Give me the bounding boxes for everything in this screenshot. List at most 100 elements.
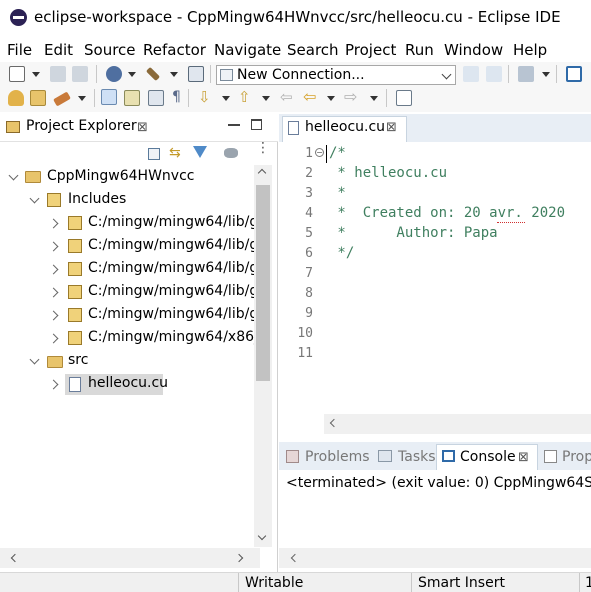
connection-select-value: New Connection... — [237, 67, 365, 83]
chevron-down-icon[interactable] — [170, 72, 178, 77]
menu-run[interactable]: Run — [405, 38, 434, 59]
include-path-icon — [68, 285, 82, 299]
tree-item-include-path[interactable]: C:/mingw/mingw64/x86_ — [88, 329, 261, 351]
previous-annotation-icon[interactable]: ⇧ — [238, 88, 251, 106]
include-path-icon — [68, 331, 82, 345]
fold-toggle-icon[interactable]: − — [315, 148, 324, 157]
menu-window[interactable]: Window — [444, 38, 503, 59]
code-line[interactable]: */ — [329, 245, 354, 261]
show-whitespace-icon[interactable]: ¶ — [172, 89, 181, 105]
chevron-down-icon[interactable] — [262, 96, 270, 101]
back-arrow-icon[interactable]: ⇦ — [303, 87, 316, 106]
tab-properties[interactable]: Prop — [562, 449, 591, 465]
pin-editor-icon[interactable] — [396, 90, 412, 106]
code-line[interactable]: * — [329, 185, 345, 201]
vertical-scrollbar[interactable] — [254, 165, 272, 547]
hammer-build-icon[interactable] — [145, 66, 161, 82]
close-icon[interactable]: ⊠ — [518, 450, 529, 465]
menu-project[interactable]: Project — [345, 38, 396, 59]
editor-tab-label[interactable]: helleocu.cu — [305, 119, 385, 135]
link-with-editor-icon[interactable]: ⇆ — [169, 145, 181, 161]
console-horizontal-scrollbar[interactable] — [279, 548, 591, 568]
disconnect-icon[interactable] — [486, 66, 502, 82]
save-all-icon[interactable] — [72, 66, 88, 82]
menu-edit[interactable]: Edit — [44, 38, 73, 59]
tree-item-includes[interactable]: Includes — [68, 191, 126, 213]
view-menu-icon[interactable]: ⋮ — [256, 141, 270, 155]
menu-navigate[interactable]: Navigate — [214, 38, 281, 59]
chevron-down-icon[interactable] — [441, 69, 452, 80]
chevron-down-icon[interactable] — [78, 96, 86, 101]
maximize-icon[interactable] — [251, 119, 262, 130]
tree-item-project[interactable]: CppMingw64HWnvcc — [47, 168, 194, 190]
include-path-icon — [68, 239, 82, 253]
console-view-icon[interactable] — [566, 66, 582, 82]
new-file-icon[interactable] — [9, 66, 25, 82]
tree-item-include-path[interactable]: C:/mingw/mingw64/lib/g — [88, 260, 258, 282]
line-number: 11 — [297, 346, 313, 361]
menu-search[interactable]: Search — [287, 38, 339, 59]
horizontal-scrollbar[interactable] — [0, 548, 260, 568]
next-annotation-icon[interactable]: ⇩ — [198, 88, 211, 106]
tree-item-file[interactable]: helleocu.cu — [88, 375, 168, 397]
tree-item-include-path[interactable]: C:/mingw/mingw64/lib/g — [88, 283, 258, 305]
scrollbar-thumb[interactable] — [256, 185, 270, 381]
forward-arrow-icon[interactable]: ⇨ — [344, 87, 357, 106]
filter-icon[interactable] — [193, 146, 207, 158]
chevron-down-icon[interactable] — [32, 72, 40, 77]
chevron-down-icon[interactable] — [327, 96, 335, 101]
minimize-icon[interactable] — [228, 124, 240, 126]
editor-horizontal-scrollbar[interactable] — [324, 414, 591, 434]
open-folder-icon[interactable] — [30, 90, 46, 106]
wand-icon[interactable] — [53, 91, 71, 107]
tab-console-label[interactable]: Console — [460, 449, 516, 465]
chevron-down-icon[interactable] — [370, 96, 378, 101]
connection-select[interactable]: New Connection... — [216, 65, 456, 85]
toolbar-divider — [96, 65, 97, 83]
open-perspective-icon[interactable] — [518, 66, 534, 82]
tree-item-include-path[interactable]: C:/mingw/mingw64/lib/g — [88, 306, 258, 328]
include-path-icon — [68, 216, 82, 230]
code-line[interactable]: /* — [329, 145, 346, 161]
project-explorer-tab[interactable]: Project Explorer — [26, 118, 137, 134]
tab-tasks[interactable]: Tasks — [398, 449, 436, 465]
tree-item-include-path[interactable]: C:/mingw/mingw64/lib/g — [88, 237, 258, 259]
build-settings-icon[interactable] — [106, 66, 122, 82]
menu-file[interactable]: File — [7, 38, 32, 59]
includes-icon — [47, 193, 61, 207]
project-explorer-icon — [6, 121, 20, 133]
connect-icon[interactable] — [463, 66, 479, 82]
block-select-icon[interactable] — [148, 90, 164, 106]
tab-problems[interactable]: Problems — [305, 449, 370, 465]
collapse-all-icon[interactable] — [148, 148, 160, 160]
toolbar-divider — [556, 65, 557, 83]
code-editor[interactable] — [279, 142, 591, 414]
close-icon[interactable]: ⊠ — [386, 120, 397, 135]
code-line[interactable]: * helleocu.cu — [329, 165, 447, 181]
code-line[interactable]: * Author: Papa — [329, 225, 497, 241]
menu-source[interactable]: Source — [84, 38, 136, 59]
toolbar-divider — [210, 65, 211, 83]
menu-help[interactable]: Help — [513, 38, 547, 59]
binary-icon[interactable] — [188, 66, 204, 82]
save-icon[interactable] — [50, 66, 66, 82]
last-edit-location-icon[interactable]: ⇦ — [280, 88, 293, 106]
tree-item-include-path[interactable]: C:/mingw/mingw64/lib/g — [88, 214, 258, 236]
toggle-mark-icon[interactable] — [124, 90, 140, 106]
focus-icon[interactable] — [224, 148, 238, 158]
title-bar: eclipse-workspace - CppMingw64HWnvcc/src… — [0, 0, 591, 36]
status-writable: Writable — [245, 575, 304, 591]
code-line[interactable]: * Created on: 20 avr. 2020 — [329, 205, 565, 221]
chevron-down-icon[interactable] — [128, 72, 136, 77]
tree-item-src[interactable]: src — [68, 352, 88, 374]
close-icon[interactable]: ⊠ — [137, 120, 148, 135]
eclipse-logo-icon — [10, 9, 27, 26]
debug-icon[interactable] — [8, 90, 24, 106]
highlight-pen-icon[interactable] — [101, 89, 117, 105]
chevron-down-icon[interactable] — [542, 72, 550, 77]
toolbar-divider — [94, 89, 95, 107]
status-divider — [579, 573, 580, 592]
menu-refactor[interactable]: Refactor — [143, 38, 206, 59]
line-number: 2 — [305, 166, 313, 181]
chevron-down-icon[interactable] — [222, 96, 230, 101]
